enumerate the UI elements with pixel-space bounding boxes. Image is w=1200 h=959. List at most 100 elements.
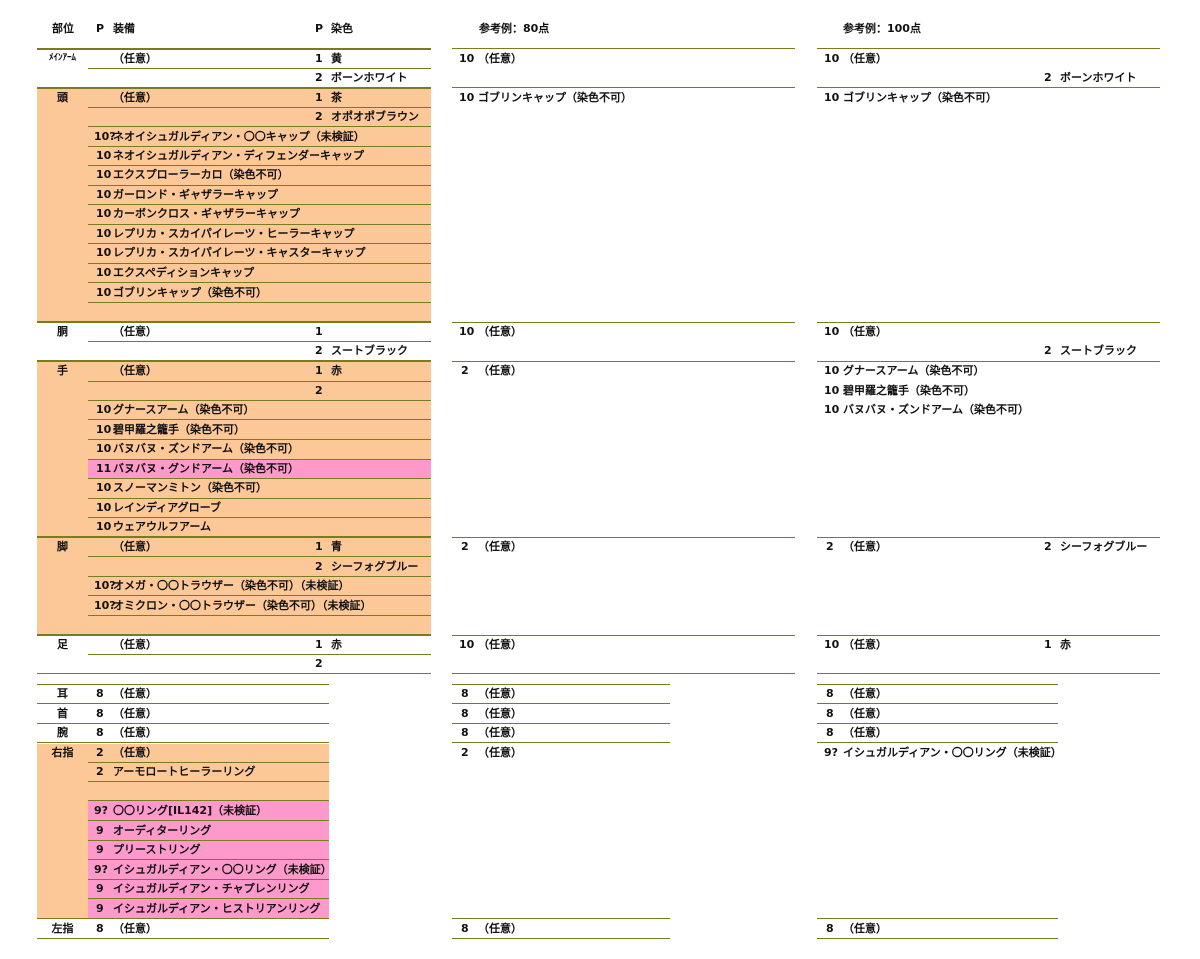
ref80-head-name: ゴブリンキャップ（染色不可） <box>478 91 632 104</box>
head-name-9: レプリカ・スカイパイレーツ・キャスターキャップ <box>113 246 366 259</box>
hands-p-5: 10 <box>96 442 112 455</box>
ref80-main-arm-name: （任意） <box>478 52 522 65</box>
rring-p-1: 2 <box>96 746 104 759</box>
hands-p-3: 10 <box>96 403 112 416</box>
head-p-4: 10 <box>96 149 112 162</box>
feet-dp-2: 2 <box>315 657 323 670</box>
head-name-7: カーボンクロス・ギャザラーキャップ <box>113 207 300 220</box>
rring-p-8: 9 <box>96 902 104 915</box>
main-arm-name-1: （任意） <box>113 52 157 65</box>
ref100-neck-p: 8 <box>826 707 834 720</box>
hands-name-9: ウェアウルフアーム <box>113 520 212 533</box>
ref80-body-name: （任意） <box>478 325 522 338</box>
rring-name-2: アーモロートヒーラーリング <box>113 765 256 778</box>
ref100-rring-p: 9? <box>824 746 839 759</box>
row-rule <box>88 381 431 382</box>
ref80-feet-name: （任意） <box>478 638 522 651</box>
rring-name-8: イシュガルディアン・ヒストリアンリング <box>113 902 321 915</box>
ref100-body-dp: 2 <box>1044 344 1052 357</box>
ref100-legs-p: 2 <box>826 540 834 553</box>
part-wrist: 腕 <box>57 726 68 739</box>
part-left-finger: 左指 <box>51 922 74 935</box>
head-dye-2: オポオポブラウン <box>331 110 419 123</box>
lring-p: 8 <box>96 922 104 935</box>
ref100-feet-dye: 赤 <box>1060 638 1071 651</box>
rring-name-6: イシュガルディアン・〇〇リング（未検証） <box>113 863 332 876</box>
body-dp-2: 2 <box>315 344 323 357</box>
ref100-feet-dp: 1 <box>1044 638 1052 651</box>
head-name-5: エクスプローラーカロ（染色不可） <box>113 168 289 181</box>
part-rule <box>37 87 431 89</box>
ref80-wrist-p: 8 <box>461 726 469 739</box>
main-arm-dp-1: 1 <box>315 52 323 65</box>
rring-p-4: 9 <box>96 824 104 837</box>
ref-rule <box>452 938 670 939</box>
body-dye-2: スートブラック <box>331 344 408 357</box>
ref100-hands-name-1: グナースアーム（染色不可） <box>843 364 985 377</box>
part-rule <box>37 321 431 323</box>
part-feet: 足 <box>57 638 68 651</box>
ref100-wrist-name: （任意） <box>843 726 887 739</box>
hands-dye-1: 赤 <box>331 364 342 377</box>
hands-name-4: 碧甲羅之籠手（染色不可） <box>113 423 245 436</box>
hands-name-8: レインディアグローブ <box>113 501 222 514</box>
feet-dp-1: 1 <box>315 638 323 651</box>
legs-name-4: オミクロン・〇〇トラウザー（染色不可）（未検証） <box>113 599 372 612</box>
head-name-3: ネオイシュガルディアン・〇〇キャップ（未検証） <box>113 130 365 143</box>
hands-name-1: （任意） <box>113 364 157 377</box>
ref-rule <box>452 673 795 674</box>
part-legs: 脚 <box>57 540 68 553</box>
hands-p-8: 10 <box>96 501 112 514</box>
ref80-main-arm-p: 10 <box>459 52 475 65</box>
head-p-7: 10 <box>96 207 112 220</box>
ref100-main-arm-p: 10 <box>824 52 840 65</box>
row-rule <box>88 302 431 303</box>
hands-name-6: バヌバヌ・グンドアーム（染色不可） <box>113 462 300 475</box>
neck-name: （任意） <box>113 707 157 720</box>
neck-p: 8 <box>96 707 104 720</box>
ref80-legs-p: 2 <box>461 540 469 553</box>
part-body: 胴 <box>57 325 68 338</box>
header-rule <box>37 48 431 50</box>
legs-name-1: （任意） <box>113 540 157 553</box>
row-rule <box>88 654 431 655</box>
main-arm-dye-1: 黄 <box>331 52 342 65</box>
wrist-name: （任意） <box>113 726 157 739</box>
rring-p-2: 2 <box>96 765 104 778</box>
header-dye: 染色 <box>331 22 353 35</box>
hands-p-9: 10 <box>96 520 112 533</box>
part-ears: 耳 <box>57 687 68 700</box>
head-name-4: ネオイシュガルディアン・ディフェンダーキャップ <box>113 149 365 162</box>
head-name-6: ガーロンド・ギャザラーキャップ <box>113 188 278 201</box>
head-p-11: 10 <box>96 286 112 299</box>
ref100-main-arm-name: （任意） <box>843 52 887 65</box>
header-p1: P <box>96 22 105 35</box>
hands-p-4: 10 <box>96 423 112 436</box>
legs-dp-2: 2 <box>315 560 323 573</box>
hands-dp-2: 2 <box>315 384 323 397</box>
hands-name-7: スノーマンミトン（染色不可） <box>113 481 267 494</box>
ref100-hands-p-3: 10 <box>824 403 840 416</box>
ref100-hands-p-1: 10 <box>824 364 840 377</box>
legs-dp-1: 1 <box>315 540 323 553</box>
ref80-feet-p: 10 <box>459 638 475 651</box>
head-dp-1: 1 <box>315 91 323 104</box>
ref80-neck-name: （任意） <box>478 707 522 720</box>
rring-name-3: 〇〇リング[IL142]（未検証） <box>113 804 268 817</box>
ref80-rring-name: （任意） <box>478 746 522 759</box>
ref100-ears-name: （任意） <box>843 687 887 700</box>
acc-rule <box>37 938 329 939</box>
head-name-1: （任意） <box>113 91 157 104</box>
ref100-hands-name-2: 碧甲羅之籠手（染色不可） <box>843 384 975 397</box>
header-ref100: 参考例：100点 <box>843 22 921 35</box>
head-p-9: 10 <box>96 246 112 259</box>
body-name-1: （任意） <box>113 325 157 338</box>
ref100-head-name: ゴブリンキャップ（染色不可） <box>843 91 997 104</box>
rring-p-7: 9 <box>96 882 104 895</box>
ref100-feet-name: （任意） <box>843 638 887 651</box>
part-rule <box>37 360 431 362</box>
ref100-body-name: （任意） <box>843 325 887 338</box>
ref100-legs-name: （任意） <box>843 540 887 553</box>
ref100-rring-name: イシュガルディアン・〇〇リング（未検証） <box>843 746 1062 759</box>
legs-dye-1: 青 <box>331 540 342 553</box>
